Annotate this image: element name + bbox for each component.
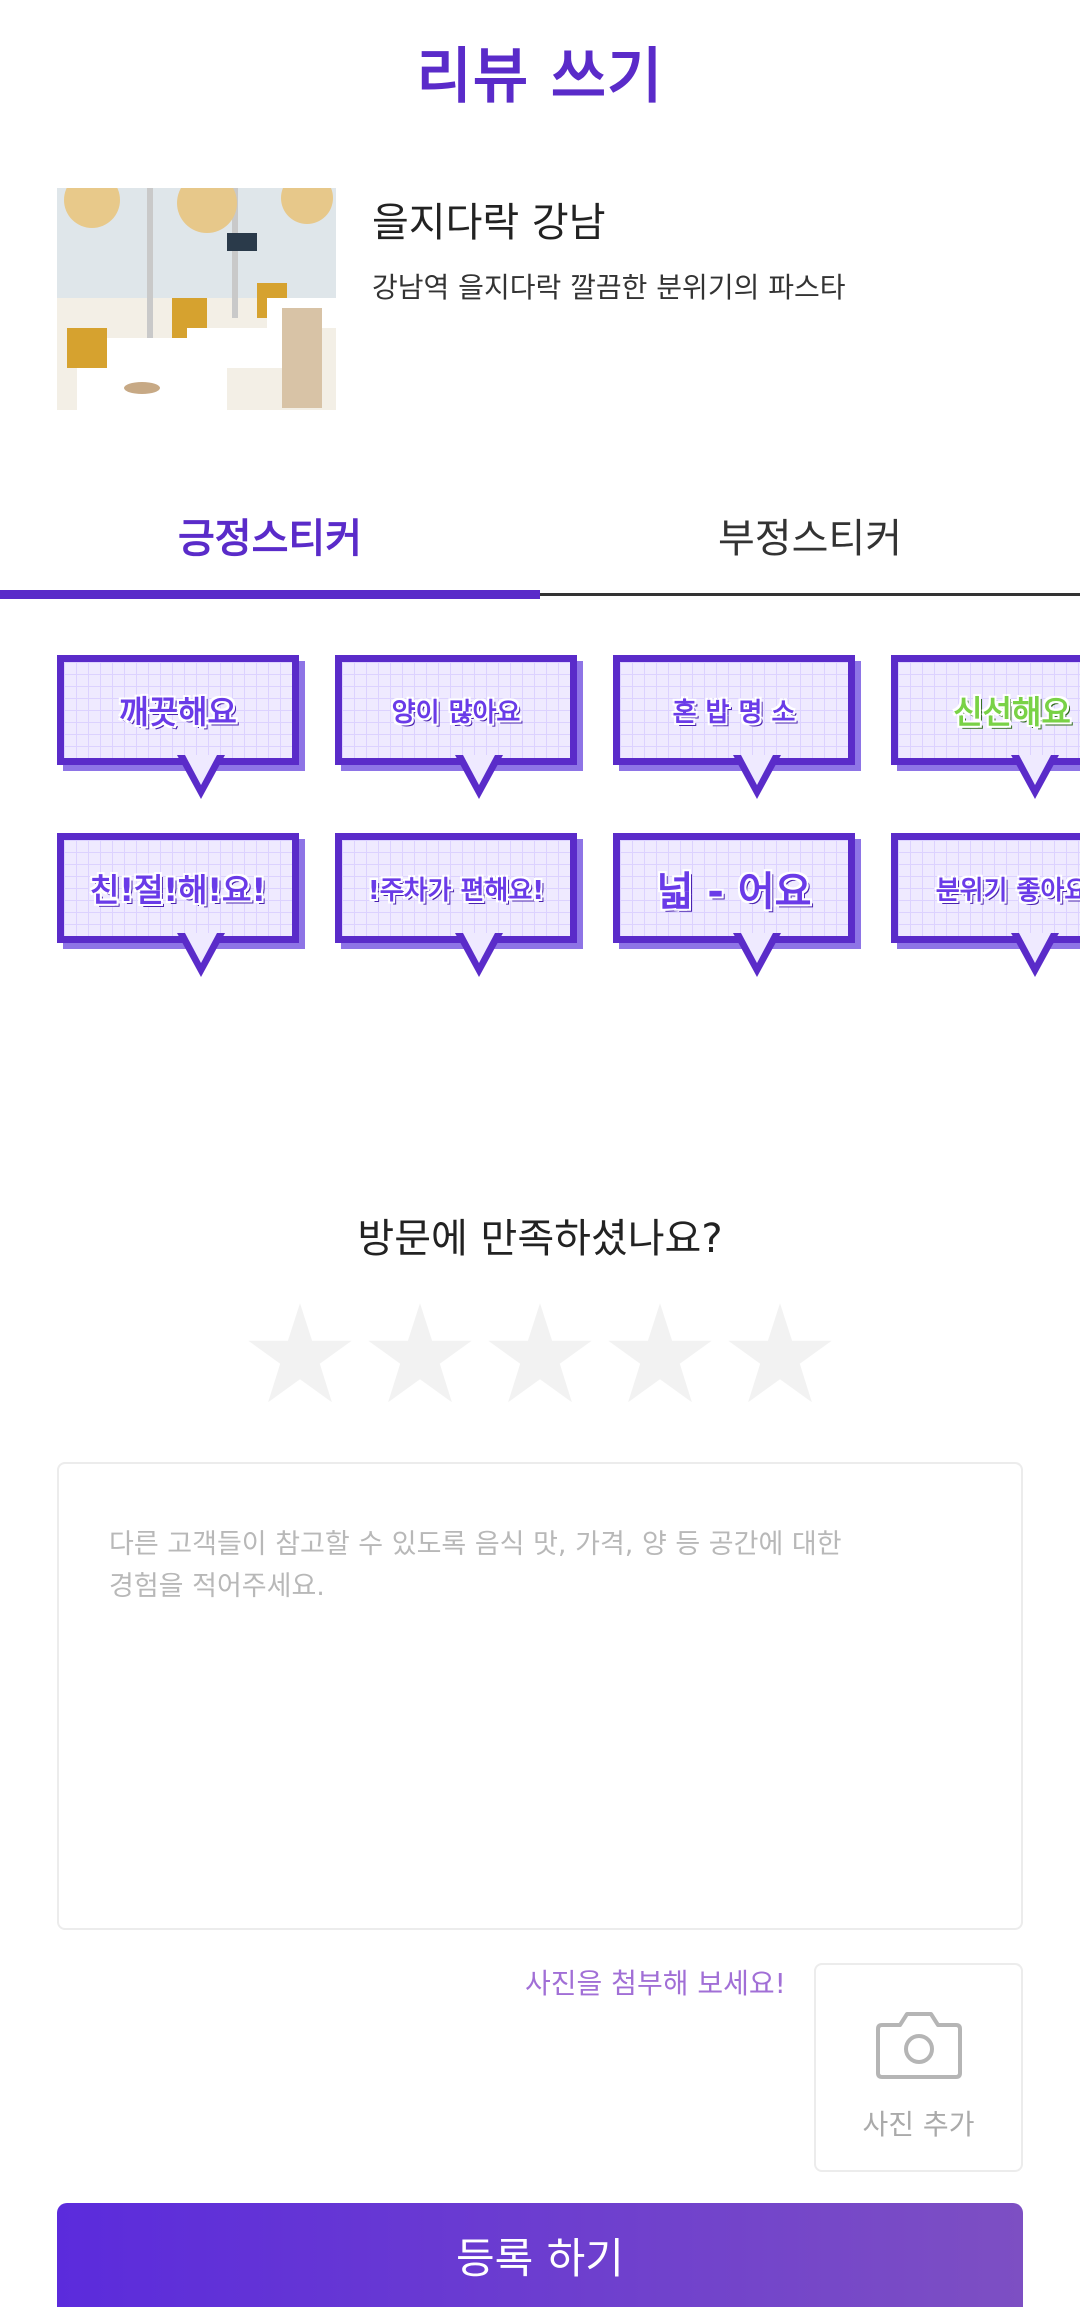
star-icon-1[interactable] (245, 1300, 355, 1410)
sticker-label: !주차가 편해요! (367, 875, 545, 906)
active-tab-indicator (0, 590, 540, 599)
sticker-good-atmosphere[interactable]: 분위기 좋아요 (891, 833, 1080, 980)
restaurant-description: 강남역 을지다락 깔끔한 분위기의 파스타 (372, 271, 846, 304)
sticker-tabs: 긍정스티커 부정스티커 (0, 470, 1080, 600)
camera-icon (876, 2012, 962, 2079)
restaurant-photo (57, 188, 336, 410)
star-icon-4[interactable] (605, 1300, 715, 1410)
sticker-label: 분위기 좋아요 (935, 875, 1080, 906)
add-photo-button[interactable]: 사진 추가 (814, 1963, 1023, 2172)
star-icon-3[interactable] (485, 1300, 595, 1410)
sticker-label: 신선해요 (953, 693, 1071, 731)
sticker-easy-parking[interactable]: !주차가 편해요! (335, 833, 581, 980)
photo-attach-hint: 사진을 첨부해 보세요! (525, 1967, 786, 2000)
sticker-clean[interactable]: 깨끗해요 (57, 655, 303, 803)
sticker-kind[interactable]: 친!절!해!요! (57, 833, 303, 980)
star-rating (245, 1300, 835, 1410)
restaurant-card[interactable]: 을지다락 강남 강남역 을지다락 깔끔한 분위기의 파스타 (57, 188, 1027, 410)
submit-button[interactable]: 등록 하기 (57, 2203, 1023, 2307)
sticker-label: 양이 많아요 (391, 697, 521, 728)
review-textarea[interactable] (109, 1524, 971, 1884)
sticker-solo-dining[interactable]: 혼 밥 명 소 (613, 655, 859, 803)
sticker-label: 깨끗해요 (119, 693, 237, 731)
sticker-label: 혼 밥 명 소 (672, 697, 796, 728)
rating-question: 방문에 만족하셨나요? (357, 1216, 723, 1262)
star-icon-5[interactable] (725, 1300, 835, 1410)
star-icon-2[interactable] (365, 1300, 475, 1410)
sticker-fresh[interactable]: 신선해요 (891, 655, 1080, 803)
sticker-grid: 깨끗해요 양이 많아요 혼 밥 명 소 신선해요 친!절!해!요! !주차가 편… (0, 650, 1080, 980)
sticker-label: 넓 - 어요 (656, 869, 812, 915)
tab-positive-stickers[interactable]: 긍정스티커 (0, 470, 540, 600)
review-text-container (57, 1462, 1023, 1930)
tab-negative-stickers[interactable]: 부정스티커 (540, 470, 1080, 600)
add-photo-label: 사진 추가 (862, 2108, 975, 2141)
restaurant-name: 을지다락 강남 (372, 200, 606, 246)
page-title: 리뷰 쓰기 (416, 42, 664, 112)
sticker-spacious[interactable]: 넓 - 어요 (613, 833, 859, 980)
sticker-label: 친!절!해!요! (89, 871, 267, 909)
sticker-large-portion[interactable]: 양이 많아요 (335, 655, 581, 803)
